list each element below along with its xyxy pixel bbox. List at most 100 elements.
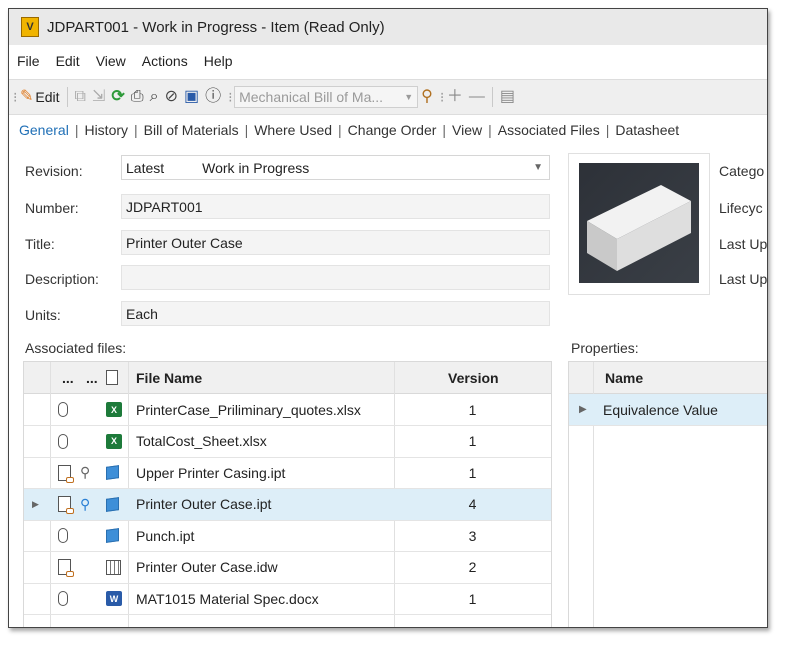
part-icon [106,457,119,488]
description-field[interactable] [121,265,550,290]
table-row[interactable]: X TotalCost_Sheet.xlsx 1 [24,426,551,458]
version-cell: 1 [468,401,477,418]
toolbar-separator-2 [491,87,493,107]
attachment-icon [58,520,68,551]
menu-help[interactable]: Help [196,53,241,69]
chevron-down-icon: ▼ [533,162,543,173]
file-name-cell: TotalCost_Sheet.xlsx [136,433,267,449]
pencil-icon: ✎ [20,88,34,105]
item-window: V JDPART001 - Work in Progress - Item (R… [8,8,768,628]
key-icon-blue: ⚲ [80,495,91,512]
property-row[interactable]: ▶ Equivalence Value [569,394,767,426]
table-row[interactable]: X PrinterCase_Priliminary_quotes.xlsx 1 [24,394,551,426]
toolbar-grip-icon-3[interactable]: ⁝ [440,89,444,106]
table-row[interactable]: ⚲ Upper Printer Casing.ipt 1 [24,457,551,489]
refresh-icon[interactable]: ⟳ [111,88,124,106]
document-icon [106,370,118,385]
version-cell: 1 [468,464,477,481]
linked-doc-icon [58,457,74,488]
last-updated-label: Last Up [719,236,768,252]
print-icon[interactable]: ⎙ [131,88,144,106]
tab-associated-files[interactable]: Associated Files [492,122,606,138]
copy-design-icon[interactable]: ⧉ [75,88,86,106]
excel-icon: X [106,426,122,457]
tab-general[interactable]: General [9,122,75,138]
tab-history[interactable]: History [78,122,134,138]
menu-file[interactable]: File [9,53,48,69]
tab-bar: General | History | Bill of Materials | Whe… [9,119,685,141]
print-preview-icon[interactable]: ⌕ [150,88,159,106]
revision-value: Latest [126,159,165,176]
help-icon[interactable]: ⓘ [205,88,221,106]
category-label: Catego [719,163,765,179]
key-icon: ⚲ [80,464,91,480]
column-header-version[interactable]: Version [448,362,499,393]
toolbar-grip-icon[interactable]: ⁝ [13,89,17,106]
vault-logo-icon: V [21,17,39,37]
drawing-icon [106,552,121,583]
file-name-cell: Printer Outer Case.idw [136,559,278,575]
title-label: Title: [25,236,55,252]
bom-type-select[interactable]: Mechanical Bill of Ma... ▼ [234,86,419,108]
column-header-file-name[interactable]: File Name [136,362,202,393]
toolbar: ⁝ ✎ Edit ⧉ ⇲ ⟳ ⎙ ⌕ ⊘ ▣ ⓘ ⁝ Mechanical Bi… [9,79,767,115]
column-header-type[interactable] [106,362,118,393]
find-icon[interactable]: ⚲ [421,88,433,106]
tab-datasheet[interactable]: Datasheet [609,122,685,138]
export-icon[interactable]: ⇲ [92,88,105,106]
table-row[interactable]: Punch.ipt 3 [24,520,551,552]
tab-change-order[interactable]: Change Order [342,122,443,138]
grid-view-icon[interactable]: ▤ [500,88,515,106]
version-cell: 4 [468,496,477,512]
toolbar-grip-icon-2[interactable]: ⁝ [228,89,232,106]
file-name-cell: Printer Outer Case.ipt [136,496,272,512]
version-cell: 2 [468,559,477,575]
linked-doc-icon [58,489,74,520]
units-label: Units: [25,307,61,323]
tab-where-used[interactable]: Where Used [248,122,338,138]
remove-row-icon[interactable]: — [469,88,485,106]
revision-select[interactable]: Latest Work in Progress ▼ [121,155,550,180]
item-thumbnail[interactable] [568,153,710,295]
column-header-status[interactable]: ... [62,362,74,393]
units-field[interactable]: Each [121,301,550,326]
chevron-down-icon: ▼ [404,92,414,102]
attach-icon[interactable]: ⊘ [165,88,178,106]
description-label: Description: [25,271,99,287]
expand-arrow-icon[interactable]: ▶ [579,394,587,425]
column-header-name[interactable]: Name [605,362,643,393]
menu-bar: File Edit View Actions Help [9,49,241,73]
version-cell: 3 [468,527,477,544]
add-row-icon[interactable]: ＋ [447,88,463,106]
linked-doc-icon [58,552,74,583]
edit-button[interactable]: ✎ Edit [20,88,60,106]
table-row[interactable]: Printer Outer Case.idw 2 [24,552,551,584]
row-indicator-icon: ▶ [32,498,39,509]
associated-files-grid: ... ... File Name Version X PrinterCase_P… [23,361,552,627]
properties-label: Properties: [571,340,639,356]
version-cell: 1 [468,433,477,449]
number-field[interactable]: JDPART001 [121,194,550,219]
tab-view[interactable]: View [446,122,488,138]
title-bar: V JDPART001 - Work in Progress - Item (R… [9,9,767,45]
table-row[interactable]: W MAT1015 Material Spec.docx 1 [24,583,551,615]
property-name: Equivalence Value [603,401,718,418]
number-label: Number: [25,200,79,216]
lifecycle-label: Lifecyc [719,200,763,216]
version-cell: 1 [468,590,477,607]
menu-actions[interactable]: Actions [134,53,196,69]
table-row[interactable]: ▶ ⚲ Printer Outer Case.ipt 4 [24,488,551,521]
associated-files-label: Associated files: [25,340,127,356]
title-field[interactable]: Printer Outer Case [121,230,550,255]
column-header-lock[interactable]: ... [86,362,98,393]
menu-view[interactable]: View [88,53,134,69]
window-title: JDPART001 - Work in Progress - Item (Rea… [47,18,385,36]
attachment-icon [58,426,68,457]
tab-bill-of-materials[interactable]: Bill of Materials [138,122,245,138]
attachment-icon [58,583,68,614]
part-icon [106,489,119,520]
attachment-icon [58,394,68,425]
save-icon[interactable]: ▣ [184,88,199,106]
file-name-cell: MAT1015 Material Spec.docx [136,590,319,607]
menu-edit[interactable]: Edit [48,53,88,69]
